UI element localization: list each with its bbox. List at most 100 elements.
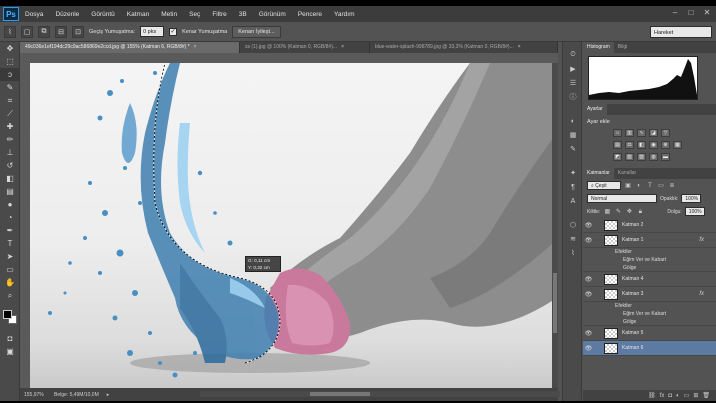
type-tool-icon[interactable]: T (0, 237, 20, 250)
close-tab-icon[interactable]: × (341, 44, 344, 50)
layer-effects-row[interactable]: Efektler (583, 248, 716, 256)
tab-info[interactable]: Bilgi (614, 42, 631, 53)
add-mask-icon[interactable]: ◘ (668, 393, 672, 399)
vibrance-icon[interactable]: ▽ (661, 129, 670, 137)
layer-row[interactable]: 👁︎ Katman 3 fx (583, 287, 716, 302)
paths-panel-icon[interactable]: ⌇ (563, 246, 583, 260)
maximize-icon[interactable]: □ (686, 8, 696, 18)
layer-effect-item[interactable]: Gölge (583, 318, 716, 326)
color-swatches[interactable] (0, 308, 20, 332)
color-lookup-icon[interactable]: ▦ (673, 141, 682, 149)
eye-icon[interactable]: 👁︎ (583, 345, 594, 352)
filter-pixel-icon[interactable]: ▣ (624, 182, 632, 190)
filter-adjust-icon[interactable]: ◐ (635, 182, 643, 190)
layer-effect-item[interactable]: Gölge (583, 264, 716, 272)
posterize-icon[interactable]: ▧ (625, 153, 634, 161)
eraser-tool-icon[interactable]: ◧ (0, 172, 20, 185)
levels-icon[interactable]: ▥ (625, 129, 634, 137)
link-layers-icon[interactable]: ⛓ (648, 392, 656, 399)
foreground-color-swatch[interactable] (3, 310, 12, 319)
black-white-icon[interactable]: ◧ (637, 141, 646, 149)
layer-row[interactable]: 👁︎ Katman 2 (583, 218, 716, 233)
status-menu-arrow-icon[interactable]: ▸ (107, 392, 110, 398)
lock-all-icon[interactable]: 🔒︎ (636, 208, 644, 216)
filter-type-icon[interactable]: T (646, 182, 654, 190)
close-tab-icon[interactable]: × (194, 44, 197, 50)
close-tab-icon[interactable]: × (518, 44, 521, 50)
lasso-tool-icon[interactable]: ↄ (0, 68, 20, 81)
layer-row[interactable]: 👁︎ Katman 4 (583, 272, 716, 287)
dodge-tool-icon[interactable]: ◔ (0, 211, 20, 224)
channels-panel-icon[interactable]: ≋ (563, 232, 583, 246)
marquee-tool-icon[interactable]: ⬚ (0, 55, 20, 68)
minimize-icon[interactable]: – (670, 8, 680, 18)
brush-panel-icon[interactable]: ✎ (563, 142, 583, 156)
eye-icon[interactable]: 👁︎ (583, 276, 594, 283)
brush-tool-icon[interactable]: ✏ (0, 133, 20, 146)
3d-panel-icon[interactable]: ⬡ (563, 218, 583, 232)
tab-layers[interactable]: Katmanlar (583, 168, 614, 179)
refine-edge-button[interactable]: Kenarı İyileşt... (232, 25, 281, 38)
selective-color-icon[interactable]: ◍ (649, 153, 658, 161)
zoom-level[interactable]: 155,97% (24, 392, 46, 398)
tab-histogram[interactable]: Histogram (583, 42, 614, 53)
layer-effect-item[interactable]: Eğim Ver ve Kabart (583, 310, 716, 318)
eye-icon[interactable]: 👁︎ (583, 222, 594, 229)
actions-panel-icon[interactable]: ▶ (563, 62, 583, 76)
horizontal-scroll-thumb[interactable] (310, 392, 370, 396)
close-icon[interactable]: ✕ (702, 8, 712, 18)
doc-tab[interactable]: blue-water-splash-998789.jpg @ 33,3% (Ka… (370, 42, 558, 53)
menu-edit[interactable]: Düzenle (49, 11, 85, 18)
lock-image-icon[interactable]: ✎ (614, 208, 622, 216)
menu-filter[interactable]: Filtre (206, 11, 232, 18)
hue-saturation-icon[interactable]: ▤ (613, 141, 622, 149)
pen-tool-icon[interactable]: ✒ (0, 224, 20, 237)
lock-position-icon[interactable]: ✥ (625, 208, 633, 216)
new-group-icon[interactable]: ▭ (684, 392, 690, 399)
filter-shape-icon[interactable]: ▭ (657, 182, 665, 190)
doc-tab-active[interactable]: 49c036e1ef194dc29c9ac586869e2ccd.jpg @ 1… (20, 42, 240, 53)
fx-icon[interactable]: fx (699, 291, 704, 297)
tab-channels[interactable]: Kanallar (614, 168, 640, 179)
crop-tool-icon[interactable]: ⌗ (0, 94, 20, 107)
gradient-map-icon[interactable]: ▬ (661, 153, 670, 161)
clone-stamp-tool-icon[interactable]: ⊥ (0, 146, 20, 159)
channel-mixer-icon[interactable]: ⊕ (661, 141, 670, 149)
invert-icon[interactable]: ◩ (613, 153, 622, 161)
history-brush-tool-icon[interactable]: ↺ (0, 159, 20, 172)
properties-panel-icon[interactable]: ☰ (563, 76, 583, 90)
history-panel-icon[interactable]: ⏲ (563, 48, 583, 62)
move-tool-icon[interactable]: ✥ (0, 42, 20, 55)
gradient-tool-icon[interactable]: ▤ (0, 185, 20, 198)
swatches-panel-icon[interactable]: ▦ (563, 128, 583, 142)
menu-view[interactable]: Görünüm (253, 11, 292, 18)
delete-layer-icon[interactable]: 🗑︎ (702, 392, 710, 399)
intersect-selection-icon[interactable]: ⊡ (72, 25, 84, 38)
lock-transparency-icon[interactable]: ▦ (603, 208, 611, 216)
canvas-area[interactable]: G: 0,11 cm Y: 0,32 cm (20, 53, 558, 388)
info-panel-icon[interactable]: ⓘ (563, 90, 583, 104)
menu-type[interactable]: Metin (155, 11, 183, 18)
doc-tab[interactable]: ss (1).jpg @ 100% (Katman 0, RGB/8#)... × (240, 42, 370, 53)
filter-smart-icon[interactable]: ⧈ (668, 182, 676, 190)
menu-layer[interactable]: Katman (121, 11, 155, 18)
workspace-select[interactable]: Hareket (650, 26, 712, 38)
layer-row[interactable]: 👁︎ Katman 1 fx (583, 233, 716, 248)
curves-icon[interactable]: ∿ (637, 129, 646, 137)
quick-select-tool-icon[interactable]: ✎ (0, 81, 20, 94)
shape-tool-icon[interactable]: ▭ (0, 263, 20, 276)
vertical-scroll-thumb[interactable] (553, 273, 557, 333)
menu-image[interactable]: Görüntü (85, 11, 121, 18)
layer-effects-row[interactable]: Efektler (583, 302, 716, 310)
fill-input[interactable]: 100% (684, 207, 705, 216)
menu-window[interactable]: Pencere (292, 11, 328, 18)
hand-tool-icon[interactable]: ✋ (0, 276, 20, 289)
lasso-tool-preset-icon[interactable]: ⌇ (4, 25, 16, 38)
photo-filter-icon[interactable]: ◉ (649, 141, 658, 149)
tab-adjustments[interactable]: Ayarlar (583, 104, 607, 115)
eye-icon[interactable]: 👁︎ (583, 237, 594, 244)
layer-row[interactable]: 👁︎ Katman 5 (583, 326, 716, 341)
path-select-tool-icon[interactable]: ➤ (0, 250, 20, 263)
eyedropper-tool-icon[interactable]: ⟋ (0, 107, 20, 120)
color-balance-icon[interactable]: ⚖ (625, 141, 634, 149)
